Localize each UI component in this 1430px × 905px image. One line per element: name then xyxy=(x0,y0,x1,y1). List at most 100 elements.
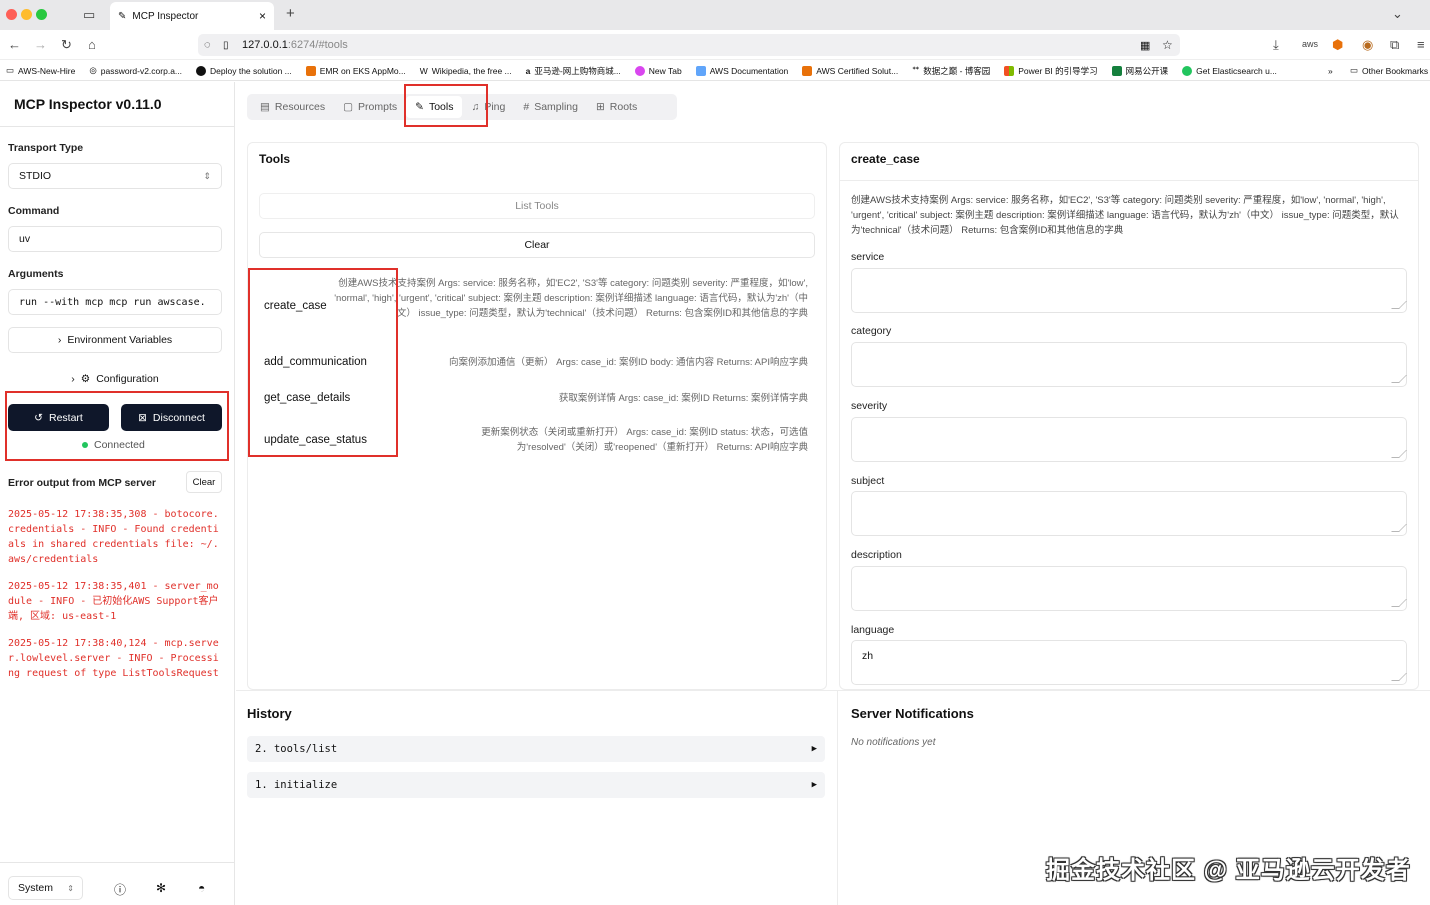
tab-overview-icon[interactable]: ▭ xyxy=(83,7,95,23)
bug-icon[interactable]: ✻ xyxy=(156,881,166,895)
service-field[interactable] xyxy=(851,268,1407,313)
back-icon[interactable]: ← xyxy=(8,37,21,52)
extension-icon[interactable]: ⬢ xyxy=(1332,37,1343,53)
bookmark-item[interactable]: AWS Certified Solut... xyxy=(802,65,898,76)
tab-sampling[interactable]: # Sampling xyxy=(514,96,587,118)
bookmark-item[interactable]: W Wikipedia, the free ... xyxy=(420,66,512,76)
arguments-label: Arguments xyxy=(8,268,64,280)
field-label-subject: subject xyxy=(851,475,885,487)
close-tab-icon[interactable]: × xyxy=(259,9,266,23)
resize-handle-icon[interactable] xyxy=(1391,450,1407,458)
select-updown-icon: ⇕ xyxy=(67,883,74,893)
severity-field[interactable] xyxy=(851,417,1407,462)
tab-prompts[interactable]: ▢ Prompts xyxy=(334,96,406,118)
extension-2-icon[interactable]: ◉ xyxy=(1362,37,1373,53)
clear-errors-button[interactable]: Clear xyxy=(186,471,222,493)
zoom-window-button[interactable] xyxy=(36,9,47,20)
amazon-ext-icon[interactable]: aws xyxy=(1302,39,1318,49)
bookmark-item[interactable]: Power BI 的引导学习 xyxy=(1004,65,1098,77)
category-field[interactable] xyxy=(851,342,1407,387)
aws-cert-icon xyxy=(802,65,813,76)
divider xyxy=(0,126,234,127)
help-icon[interactable]: ⓘ xyxy=(114,881,126,898)
error-output-label: Error output from MCP server xyxy=(8,477,156,489)
resize-handle-icon[interactable] xyxy=(1391,599,1407,607)
other-bookmarks[interactable]: ▭ Other Bookmarks xyxy=(1350,65,1428,76)
error-log-entry: 2025-05-12 17:38:40,124 - mcp.server.low… xyxy=(8,638,219,679)
minimize-window-button[interactable] xyxy=(21,9,32,20)
restart-icon: ↺ xyxy=(34,411,43,424)
subject-field[interactable] xyxy=(851,491,1407,536)
tab-resources[interactable]: ▤ Resources xyxy=(251,96,334,118)
bookmark-item[interactable]: New Tab xyxy=(634,65,682,76)
resize-handle-icon[interactable] xyxy=(1391,524,1407,532)
chevron-right-icon: › xyxy=(57,334,62,346)
home-icon[interactable]: ⌂ xyxy=(88,37,96,52)
status-dot-icon xyxy=(82,442,88,448)
tools-title: Tools xyxy=(259,152,291,166)
bookmark-star-icon[interactable]: ☆ xyxy=(1162,38,1173,52)
resize-handle-icon[interactable] xyxy=(1391,673,1407,681)
qr-icon[interactable]: ▦ xyxy=(1140,39,1150,52)
description-field[interactable] xyxy=(851,566,1407,611)
disconnect-button[interactable]: ⊠ Disconnect xyxy=(121,404,222,431)
language-field[interactable]: zh xyxy=(851,640,1407,685)
tool-description: 向案例添加通信（更新） Args: case_id: 案例ID body: 通信… xyxy=(449,357,808,368)
tool-description: 获取案例详情 Args: case_id: 案例ID Returns: 案例详情… xyxy=(558,393,808,404)
expand-arrow-icon: ▶ xyxy=(811,780,817,790)
bookmark-item[interactable]: a 亚马逊-网上购物商城... xyxy=(526,65,621,77)
bookmark-item[interactable]: ▭ AWS-New-Hire xyxy=(6,65,75,76)
tool-detail-description: 创建AWS技术支持案例 Args: service: 服务名称，如'EC2', … xyxy=(851,195,1399,236)
history-item[interactable]: 2. tools/list ▶ xyxy=(247,736,825,762)
browser-tab[interactable]: ✎ MCP Inspector × xyxy=(110,2,274,30)
tab-list-chevron-icon[interactable]: ⌄ xyxy=(1392,6,1403,22)
bookmark-item[interactable]: ◎ password-v2.corp.a... xyxy=(89,65,182,76)
field-label-language: language xyxy=(851,624,895,636)
resize-handle-icon[interactable] xyxy=(1391,375,1407,383)
bookmark-item[interactable]: EMR on EKS AppMo... xyxy=(305,65,406,76)
field-label-description: description xyxy=(851,549,902,561)
browser-tab-bar: ▭ ✎ MCP Inspector × + ⌄ xyxy=(0,0,1430,30)
bookmark-item[interactable]: Deploy the solution ... xyxy=(196,65,292,76)
command-input[interactable]: uv xyxy=(8,226,222,252)
tab-roots[interactable]: ⊞ Roots xyxy=(587,96,646,118)
history-item[interactable]: 1. initialize ▶ xyxy=(247,772,825,798)
clear-tools-button[interactable]: Clear xyxy=(259,232,815,258)
resize-handle-icon[interactable] xyxy=(1391,301,1407,309)
configuration-button[interactable]: › ⚙ Configuration xyxy=(8,366,222,392)
new-tab-icon[interactable]: + xyxy=(286,5,295,22)
transport-type-label: Transport Type xyxy=(8,142,84,154)
error-log-entry: 2025-05-12 17:38:35,401 - server_module … xyxy=(8,581,219,622)
github-icon[interactable]: ◓ xyxy=(198,881,205,895)
theme-select[interactable]: System ⇕ xyxy=(8,876,83,900)
environment-variables-button[interactable]: › Environment Variables xyxy=(8,327,222,353)
divider xyxy=(0,862,234,863)
puzzle-icon[interactable]: ⧉ xyxy=(1390,37,1399,53)
url-bar[interactable]: ◌ ▯ 127.0.0.1:6274/#tools ▦ ☆ xyxy=(198,34,1180,56)
error-log: 2025-05-12 17:38:35,308 - botocore.crede… xyxy=(8,507,222,693)
restart-button[interactable]: ↺ Restart xyxy=(8,404,109,431)
transport-type-select[interactable]: STDIO ⇕ xyxy=(8,163,222,189)
expand-arrow-icon: ▶ xyxy=(811,744,817,754)
bookmarks-bar: ▭ AWS-New-Hire ◎ password-v2.corp.a... Dep… xyxy=(0,61,1430,81)
bookmark-item[interactable]: Get Elasticsearch u... xyxy=(1182,65,1277,76)
command-label: Command xyxy=(8,205,60,217)
divider xyxy=(839,180,1419,181)
divider xyxy=(837,690,838,905)
bookmark-item[interactable]: ᕯ 数据之巅 - 博客园 xyxy=(912,65,990,77)
bookmark-item[interactable]: AWS Documentation xyxy=(695,65,788,76)
arguments-input[interactable]: run --with mcp mcp run awscase. xyxy=(8,289,222,315)
close-window-button[interactable] xyxy=(6,9,17,20)
folder-icon: ▭ xyxy=(6,65,15,75)
more-bookmarks-icon[interactable]: » xyxy=(1328,66,1333,76)
forward-icon[interactable]: → xyxy=(34,37,47,52)
reload-icon[interactable]: ↻ xyxy=(61,37,72,53)
tool-detail-title: create_case xyxy=(851,152,920,166)
list-tools-button[interactable]: List Tools xyxy=(259,193,815,219)
notifications-empty-text: No notifications yet xyxy=(851,737,936,748)
download-icon[interactable]: ⤓ xyxy=(1273,37,1279,53)
resources-icon: ▤ xyxy=(260,101,270,113)
tool-description: 创建AWS技术支持案例 Args: service: 服务名称，如'EC2', … xyxy=(334,278,808,319)
bookmark-item[interactable]: 网易公开课 xyxy=(1111,65,1168,77)
menu-icon[interactable]: ≡ xyxy=(1417,37,1425,52)
